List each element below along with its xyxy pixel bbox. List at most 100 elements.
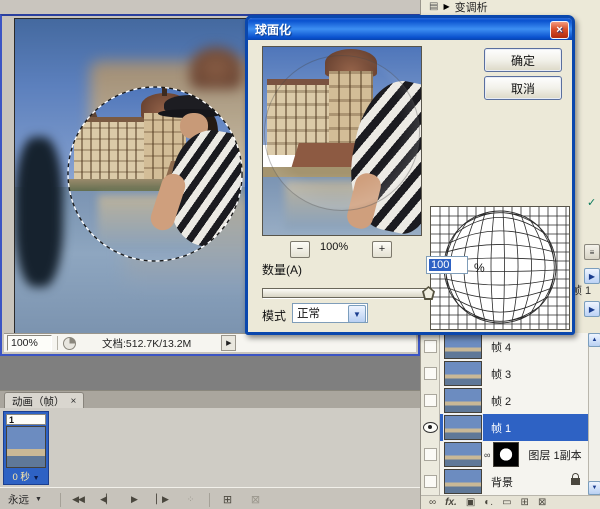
next-frame-button[interactable]: ▏▶ (151, 494, 173, 505)
layer-thumbnail[interactable] (444, 361, 482, 386)
adjustment-layer-icon[interactable]: ◐. (484, 498, 493, 508)
divider (60, 493, 61, 507)
minus-icon: − (297, 244, 303, 255)
prev-frame-button[interactable]: ◀▏ (95, 494, 117, 505)
castle-dome-cap (162, 87, 167, 96)
mask-link-icon: ∞ (484, 450, 490, 460)
page-icon: ▤ (429, 1, 438, 12)
visibility-box (424, 475, 437, 488)
animation-frames-area: 1 0 秒 ▼ (0, 408, 420, 487)
amount-value-selected: 100 (429, 259, 451, 271)
preview-zoom-value: 100% (320, 241, 348, 253)
layer-thumbnail[interactable] (444, 388, 482, 413)
layers-scrollbar-track[interactable] (588, 333, 600, 495)
dialog-title-bar[interactable]: 球面化 × (248, 18, 572, 40)
layer-thumbnail[interactable] (444, 469, 482, 494)
amount-unit: % (474, 261, 485, 275)
filter-preview[interactable] (262, 46, 422, 236)
new-layer-icon[interactable]: ⊞ (521, 498, 529, 508)
visibility-toggle[interactable] (421, 468, 440, 495)
plus-icon: + (379, 244, 385, 255)
visibility-toggle[interactable] (421, 360, 440, 387)
layer-label[interactable]: 帧 3 (491, 366, 511, 382)
dialog-title: 球面化 (255, 21, 291, 38)
photo-blurred-dome (190, 47, 242, 89)
preview-zoom-in-button[interactable]: + (372, 241, 392, 258)
layer-label[interactable]: 背景 (491, 474, 513, 490)
spherized-selection-area[interactable] (68, 87, 242, 261)
status-icon[interactable] (63, 337, 76, 350)
check-icon: ✓ (587, 196, 596, 209)
layer-row-frame3[interactable]: 帧 3 (421, 360, 588, 388)
preview-zoom-out-button[interactable]: − (290, 241, 310, 258)
animation-tab[interactable]: 动画（帧） × (4, 392, 84, 409)
layer-thumbnail[interactable] (444, 415, 482, 440)
animation-tab-label: 动画（帧） (12, 394, 65, 409)
visibility-box (424, 448, 437, 461)
play-button[interactable]: ▶ (123, 494, 145, 505)
layer-thumbnail[interactable] (444, 334, 482, 359)
layer-label[interactable]: 帧 1 (491, 420, 511, 436)
spherize-dialog: 球面化 × − 100% + 确定 取消 (245, 15, 575, 335)
layer-row-frame2[interactable]: 帧 2 (421, 387, 588, 415)
visibility-toggle[interactable] (421, 441, 440, 468)
chevron-down-icon: ▼ (592, 485, 598, 491)
close-button[interactable]: × (550, 21, 569, 39)
status-menu-button[interactable]: ▶ (221, 335, 236, 351)
visibility-toggle[interactable] (421, 333, 440, 360)
visibility-box (424, 367, 437, 380)
panel-menu-button[interactable]: ≡ (584, 244, 600, 260)
visibility-toggle[interactable] (421, 414, 440, 441)
loop-dropdown[interactable]: 永远 ▼ (8, 492, 52, 507)
visibility-toggle[interactable] (421, 387, 440, 414)
mode-dropdown[interactable]: 正常 ▼ (292, 303, 368, 323)
play-icon: ▶ (589, 305, 595, 314)
layer-row-layer1-copy[interactable]: ∞ 图层 1副本 (421, 441, 588, 469)
layer-row-frame4[interactable]: 帧 4 (421, 333, 588, 361)
frame-delay[interactable]: 0 秒 ▼ (4, 469, 48, 483)
amount-label: 数量(A) (262, 261, 302, 278)
layer-label[interactable]: 帧 2 (491, 393, 511, 409)
layer-mask-thumbnail[interactable] (493, 442, 519, 467)
zoom-value: 100% (11, 337, 38, 349)
tween-button[interactable]: ⁘ (179, 494, 201, 505)
layer-label[interactable]: 图层 1副本 (528, 447, 581, 463)
first-frame-button[interactable]: ◀◀ (67, 494, 89, 505)
animation-tab-bar: 动画（帧） × (0, 391, 420, 409)
delete-layer-icon[interactable]: ⊠ (538, 498, 546, 508)
action-play-button-2[interactable]: ▶ (584, 301, 600, 317)
frame-number: 1 (6, 414, 46, 425)
layer-row-background[interactable]: 背景 (421, 468, 588, 496)
scroll-up-button[interactable]: ▲ (588, 333, 600, 347)
cancel-button[interactable]: 取消 (484, 76, 562, 100)
partial-panel-item[interactable]: ▤ ▶ 变调析 (429, 0, 488, 13)
frame-thumbnail[interactable] (6, 426, 46, 468)
loop-dropdown-icon: ▼ (35, 496, 42, 503)
layer-thumbnail[interactable] (444, 442, 482, 467)
layer-label[interactable]: 帧 4 (491, 339, 511, 355)
delay-dropdown-icon: ▼ (33, 475, 40, 482)
new-group-icon[interactable]: ▭ (502, 498, 511, 508)
new-frame-button[interactable]: ⊞ (216, 493, 238, 506)
close-icon: × (556, 25, 562, 36)
delete-frame-button[interactable]: ⊠ (244, 493, 266, 506)
play-arrow-icon: ▶ (443, 2, 449, 11)
link-layers-icon[interactable]: ∞ (429, 498, 436, 508)
layer-row-frame1-selected[interactable]: 帧 1 (421, 414, 588, 442)
animation-frame-1[interactable]: 1 0 秒 ▼ (3, 411, 49, 485)
partial-item-label: 变调析 (455, 0, 488, 15)
add-mask-icon[interactable]: ▣ (466, 498, 475, 508)
layer-style-icon[interactable]: fx. (445, 498, 457, 508)
menu-icon: ≡ (590, 248, 595, 257)
ok-button[interactable]: 确定 (484, 48, 562, 72)
castle-spire (84, 99, 98, 119)
tab-close-icon[interactable]: × (71, 396, 77, 407)
dropdown-arrow-button[interactable]: ▼ (348, 305, 366, 323)
zoom-input[interactable]: 100% (7, 335, 52, 351)
photoshop-workspace: ▤ ▶ 变调析 ✓ ≡ ▶ 帧 1 ▶ 帧 4 帧 3 帧 2 帧 1 (0, 0, 600, 509)
scroll-down-button[interactable]: ▼ (588, 481, 600, 495)
chevron-up-icon: ▲ (592, 337, 598, 343)
preview-sphere-gloss (264, 55, 420, 211)
amount-input[interactable]: 100 (426, 256, 468, 274)
amount-slider[interactable] (262, 288, 432, 298)
